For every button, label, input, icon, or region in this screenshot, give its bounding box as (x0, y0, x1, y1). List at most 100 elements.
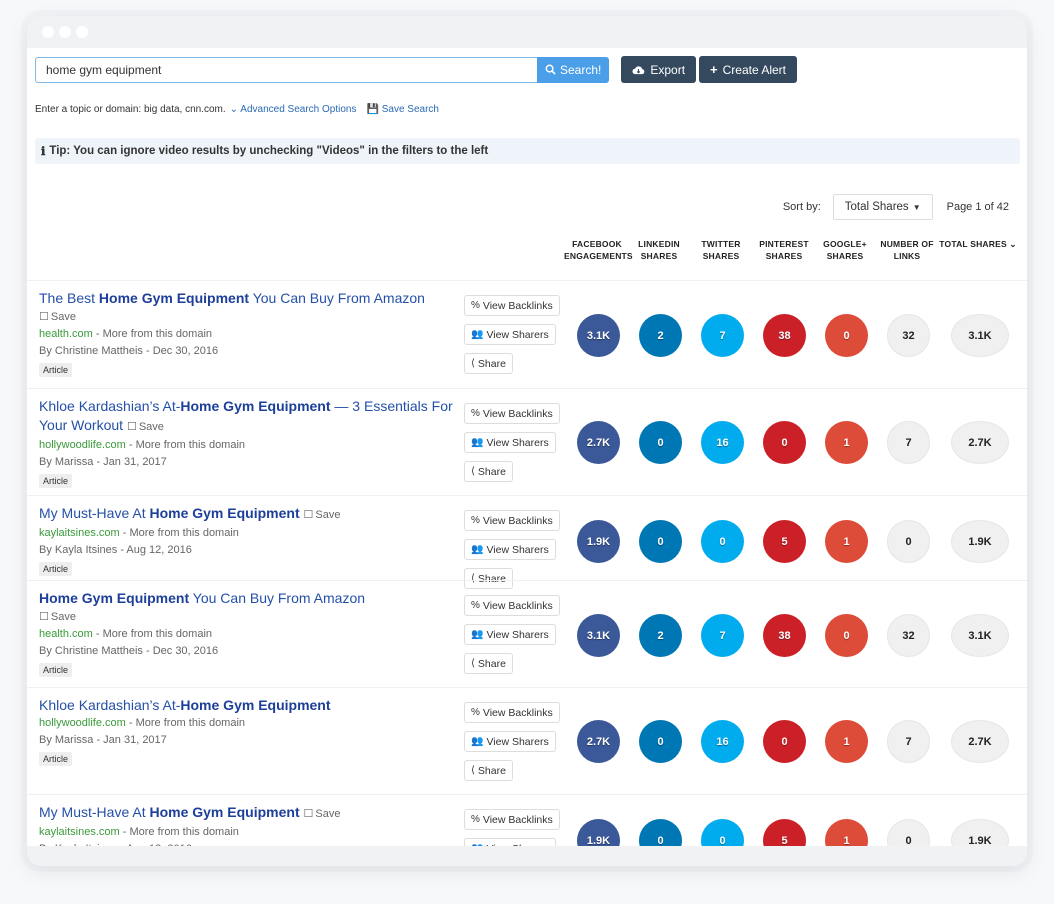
share-icon: ⟨ (471, 358, 475, 369)
result-title-link[interactable]: Khloe Kardashian’s At-Home Gym Equipment… (39, 397, 459, 437)
view-sharers-button[interactable]: 👥View Sharers (464, 838, 556, 846)
domain-link[interactable]: hollywoodlife.com (39, 439, 126, 451)
domain-link[interactable]: hollywoodlife.com (39, 717, 126, 729)
result-row: Home Gym Equipment You Can Buy From Amaz… (27, 580, 1027, 687)
share-label: Share (477, 465, 506, 478)
result-title-link[interactable]: My Must-Have At Home Gym Equipment ☐ Save (39, 803, 459, 824)
count-googleplus: 1 (825, 520, 868, 563)
title-keyword: Home Gym Equipment (149, 505, 300, 521)
advanced-search-link[interactable]: ⌄ Advanced Search Options (230, 104, 357, 115)
view-sharers-button[interactable]: 👥View Sharers (464, 432, 556, 453)
view-backlinks-button[interactable]: % View Backlinks (464, 809, 560, 830)
domain-link[interactable]: kaylaitsines.com (39, 826, 120, 838)
domain-link[interactable]: kaylaitsines.com (39, 527, 120, 539)
view-backlinks-button[interactable]: % View Backlinks (464, 702, 560, 723)
title-keyword: Home Gym Equipment (98, 290, 250, 306)
link-icon: % (471, 814, 480, 825)
domain-line: health.com - More from this domain (39, 326, 459, 343)
column-header-line: TWITTER (701, 239, 741, 249)
view-sharers-button[interactable]: 👥View Sharers (464, 731, 556, 752)
save-label: Save (315, 509, 341, 521)
result-title-link[interactable]: Home Gym Equipment You Can Buy From Amaz… (39, 589, 459, 608)
count-links[interactable]: 7 (887, 720, 930, 763)
save-button[interactable]: ☐ Save (304, 805, 341, 824)
more-from-domain-link[interactable]: - More from this domain (126, 439, 245, 451)
count-total[interactable]: 1.9K (951, 819, 1009, 846)
view-backlinks-label: View Backlinks (482, 599, 553, 612)
view-backlinks-button[interactable]: % View Backlinks (464, 403, 560, 424)
view-sharers-button[interactable]: 👥View Sharers (464, 624, 556, 645)
share-counts: 1.9K 0 0 5 1 0 1.9K (577, 819, 1009, 846)
share-button[interactable]: ⟨ Share (464, 653, 513, 674)
column-header-total[interactable]: TOTAL SHARES ⌄ (938, 238, 1018, 262)
tip-banner: ℹ Tip: You can ignore video results by u… (35, 138, 1020, 164)
column-header-facebook: FACEBOOK ENGAGEMENTS (564, 238, 633, 262)
sort-selected: Total Shares (844, 201, 909, 213)
result-title-link[interactable]: Khloe Kardashian’s At-Home Gym Equipment (39, 696, 459, 715)
view-backlinks-button[interactable]: % View Backlinks (464, 595, 560, 616)
sort-dropdown[interactable]: Total Shares ▼ (832, 194, 933, 220)
count-total[interactable]: 1.9K (951, 520, 1009, 563)
bookmark-icon: ☐ (303, 509, 314, 521)
count-links[interactable]: 7 (887, 421, 930, 464)
more-from-domain-link[interactable]: - More from this domain (93, 628, 212, 640)
page-indicator: Page 1 of 42 (946, 201, 1009, 213)
count-links[interactable]: 32 (887, 314, 930, 357)
tip-text: Tip: You can ignore video results by unc… (49, 145, 489, 157)
result-actions: %View Backlinks 👥View Sharers ⟨Share (464, 595, 560, 674)
column-header-line: PINTEREST (759, 239, 809, 249)
count-total[interactable]: 2.7K (951, 421, 1009, 464)
result-info: My Must-Have At Home Gym Equipment ☐ Save… (39, 504, 459, 577)
view-backlinks-button[interactable]: % View Backlinks (464, 510, 560, 531)
count-googleplus: 0 (825, 314, 868, 357)
link-icon: % (471, 515, 480, 526)
export-button[interactable]: Export (621, 56, 697, 83)
column-header-line: ENGAGEMENTS (564, 251, 633, 261)
save-button[interactable]: ☐ Save (127, 418, 164, 437)
domain-line: kaylaitsines.com - More from this domain (39, 824, 459, 841)
save-button[interactable]: ☐ Save (304, 506, 341, 525)
result-title-link[interactable]: The Best Home Gym Equipment You Can Buy … (39, 289, 459, 308)
save-label: Save (315, 808, 341, 820)
view-sharers-label: View Sharers (486, 328, 549, 341)
domain-link[interactable]: health.com (39, 328, 93, 340)
view-sharers-button[interactable]: 👥View Sharers (464, 539, 556, 560)
view-backlinks-button[interactable]: % View Backlinks (464, 295, 560, 316)
count-total[interactable]: 2.7K (951, 720, 1009, 763)
share-button[interactable]: ⟨ Share (464, 461, 513, 482)
count-pinterest: 5 (763, 520, 806, 563)
result-info: The Best Home Gym Equipment You Can Buy … (39, 289, 459, 378)
count-linkedin: 0 (639, 421, 682, 464)
column-header-twitter: TWITTER SHARES (688, 238, 754, 262)
search-input[interactable] (35, 56, 537, 83)
count-total[interactable]: 3.1K (951, 614, 1009, 657)
count-pinterest: 0 (763, 421, 806, 464)
view-sharers-button[interactable]: 👥View Sharers (464, 324, 556, 345)
count-links[interactable]: 32 (887, 614, 930, 657)
search-button[interactable]: Search! (537, 56, 610, 83)
column-header-line: SHARES (826, 251, 864, 261)
count-twitter: 16 (701, 421, 744, 464)
save-button[interactable]: ☐ Save (39, 309, 459, 326)
count-links[interactable]: 0 (887, 819, 930, 846)
column-header-line: FACEBOOK (572, 239, 622, 249)
save-search-link[interactable]: 💾 Save Search (366, 104, 439, 115)
share-button[interactable]: ⟨ Share (464, 760, 513, 781)
result-actions: %View Backlinks 👥View Sharers ⟨Share (464, 403, 560, 482)
save-button[interactable]: ☐ Save (39, 609, 459, 626)
window-dot-icon (76, 26, 88, 38)
more-from-domain-link[interactable]: - More from this domain (120, 527, 239, 539)
domain-link[interactable]: health.com (39, 628, 93, 640)
count-total[interactable]: 3.1K (951, 314, 1009, 357)
more-from-domain-link[interactable]: - More from this domain (120, 826, 239, 838)
count-links[interactable]: 0 (887, 520, 930, 563)
more-from-domain-link[interactable]: - More from this domain (93, 328, 212, 340)
column-headers: FACEBOOK ENGAGEMENTS LINKEDIN SHARES TWITTER… (564, 238, 1018, 262)
create-alert-button[interactable]: + Create Alert (699, 56, 798, 83)
share-button[interactable]: ⟨ Share (464, 353, 513, 374)
more-from-domain-link[interactable]: - More from this domain (126, 717, 245, 729)
count-twitter: 0 (701, 819, 744, 846)
result-title-link[interactable]: My Must-Have At Home Gym Equipment ☐ Save (39, 504, 459, 525)
count-linkedin: 0 (639, 720, 682, 763)
column-header-line: LINKS (893, 251, 921, 261)
